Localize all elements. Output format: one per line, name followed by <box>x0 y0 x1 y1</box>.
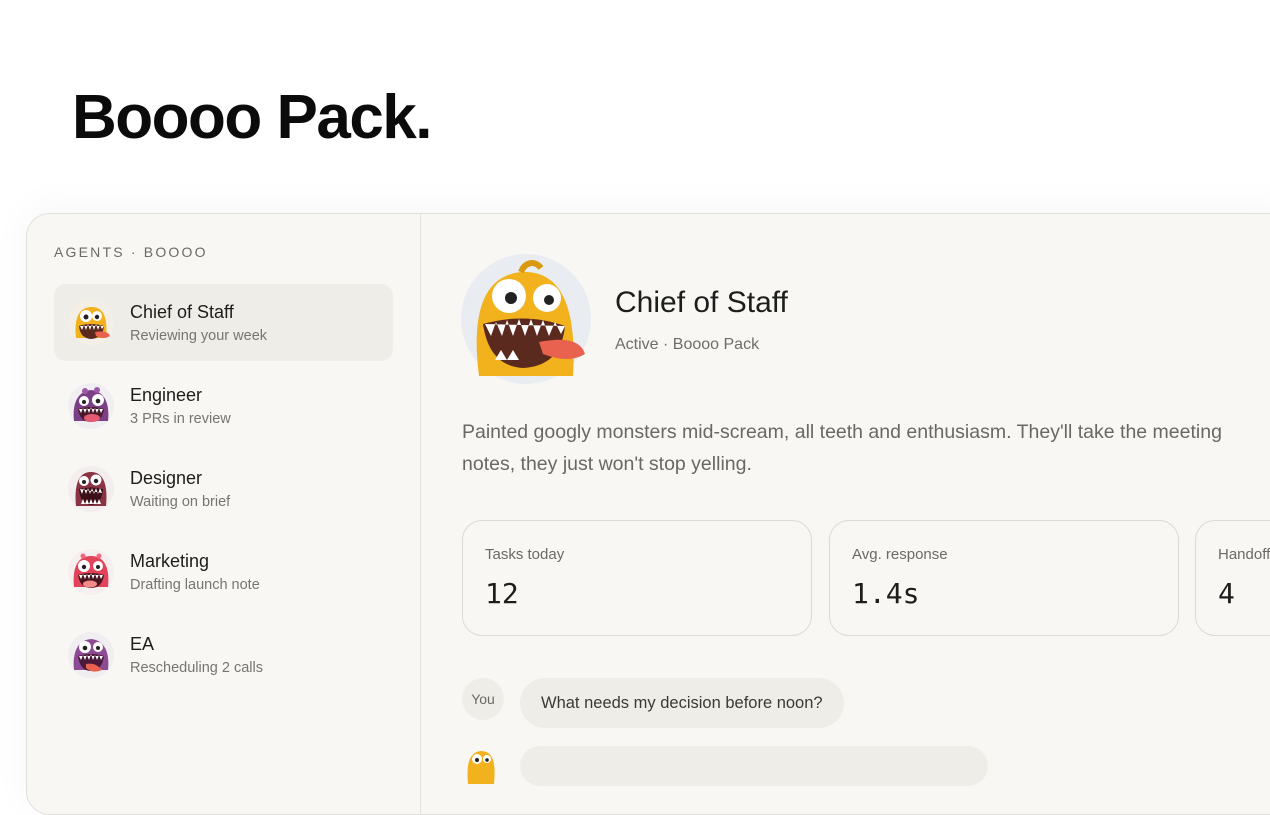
reply-monster-avatar <box>467 751 495 784</box>
agent-reply-bubble <box>520 746 988 786</box>
agent-item-chief-of-staff[interactable]: Chief of Staff Reviewing your week <box>54 284 393 361</box>
stat-label: Handoff <box>1218 546 1270 563</box>
page-title: Boooo Pack. <box>72 83 433 152</box>
marketing-monster-avatar <box>68 548 114 595</box>
app-window: AGENTS · BOOOO Chief of Staff Reviewing … <box>26 213 1270 815</box>
stat-value: 12 <box>485 577 519 610</box>
agent-item-designer[interactable]: Designer Waiting on brief <box>54 450 393 527</box>
stat-card-tasks-today: Tasks today 12 <box>462 520 812 636</box>
agent-item-engineer[interactable]: Engineer 3 PRs in review <box>54 367 393 444</box>
user-message-bubble: What needs my decision before noon? <box>520 678 844 728</box>
agent-name: Chief of Staff <box>130 301 234 322</box>
engineer-monster-avatar <box>68 382 114 429</box>
designer-monster-avatar <box>68 465 114 512</box>
agent-status: Reviewing your week <box>130 327 268 344</box>
sidebar-heading: AGENTS · BOOOO <box>54 244 208 260</box>
agent-description: Painted googly monsters mid-scream, all … <box>462 421 1222 475</box>
agent-item-marketing[interactable]: Marketing Drafting launch note <box>54 533 393 610</box>
agent-name: Engineer <box>130 384 203 405</box>
chief-of-staff-monster-avatar <box>68 299 114 346</box>
ea-monster-avatar <box>68 631 114 678</box>
agents-sidebar: AGENTS · BOOOO Chief of Staff Reviewing … <box>27 214 421 814</box>
agent-name: Marketing <box>130 550 210 571</box>
agent-detail-panel: Chief of Staff Active · Boooo Pack Paint… <box>421 214 1270 814</box>
agent-name: EA <box>130 633 155 654</box>
agent-status: Drafting launch note <box>130 576 260 593</box>
stat-value: 4 <box>1218 577 1235 610</box>
agent-meta: Active · Boooo Pack <box>615 336 760 353</box>
chat-you-tag: You <box>462 678 504 720</box>
stat-label: Tasks today <box>485 546 565 563</box>
agent-list: Chief of Staff Reviewing your week Engin… <box>54 284 393 699</box>
agent-title: Chief of Staff <box>615 286 788 319</box>
agent-status: 3 PRs in review <box>130 410 231 427</box>
agent-status: Waiting on brief <box>130 493 231 510</box>
stat-value: 1.4s <box>852 577 920 610</box>
agent-status: Rescheduling 2 calls <box>130 659 263 676</box>
stat-card-avg-response: Avg. response 1.4s <box>829 520 1179 636</box>
agent-item-ea[interactable]: EA Rescheduling 2 calls <box>54 616 393 693</box>
agent-name: Designer <box>130 467 203 488</box>
stat-label: Avg. response <box>852 546 948 563</box>
stat-card-handoff: Handoff 4 <box>1195 520 1270 636</box>
chief-of-staff-large-avatar <box>461 254 591 384</box>
